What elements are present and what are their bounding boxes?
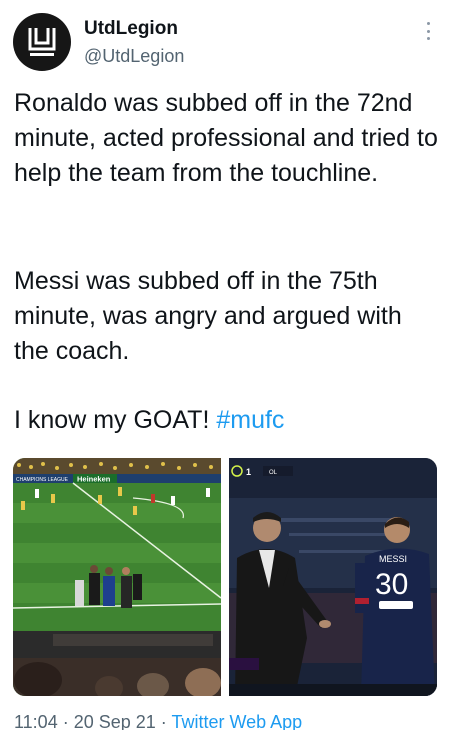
tweet-card: UtdLegion @UtdLegion Ronaldo was subbed … <box>0 0 450 730</box>
source-app-link[interactable]: Twitter Web App <box>171 712 302 730</box>
photo-messi-subbed[interactable]: 1 OL MESSI 30 <box>229 458 437 696</box>
avatar[interactable] <box>13 13 71 71</box>
separator: · <box>155 712 172 730</box>
tweet-paragraph-1: Ronaldo was subbed off in the 72nd minut… <box>14 89 438 187</box>
tweet-time[interactable]: 11:04 <box>14 712 58 730</box>
display-name[interactable]: UtdLegion <box>84 18 178 40</box>
shirt-name: MESSI <box>379 554 407 564</box>
tweet-paragraph-3-text: I know my GOAT! <box>14 406 217 434</box>
tweet-paragraph-3: I know my GOAT! #mufc <box>14 403 439 438</box>
score-digit: 1 <box>246 467 251 477</box>
svg-text:OL: OL <box>269 470 278 476</box>
tweet-date[interactable]: 20 Sep 21 <box>74 712 156 730</box>
tweet-metadata: 11:04 · 20 Sep 21 · Twitter Web App <box>14 712 302 730</box>
more-options-icon[interactable] <box>420 20 436 42</box>
separator: · <box>57 712 74 730</box>
photo-ronaldo-touchline[interactable]: CHAMPIONS LEAGUE Heineken <box>13 458 221 696</box>
board-text-heineken: Heineken <box>77 475 111 484</box>
board-text-champions: CHAMPIONS LEAGUE <box>16 477 69 483</box>
utdlegion-logo-icon <box>28 28 56 56</box>
tweet-paragraph-2: Messi was subbed off in the 75th minute,… <box>14 267 402 365</box>
hashtag-link[interactable]: #mufc <box>216 406 284 434</box>
user-handle[interactable]: @UtdLegion <box>84 46 184 67</box>
shirt-number: 30 <box>375 568 408 601</box>
